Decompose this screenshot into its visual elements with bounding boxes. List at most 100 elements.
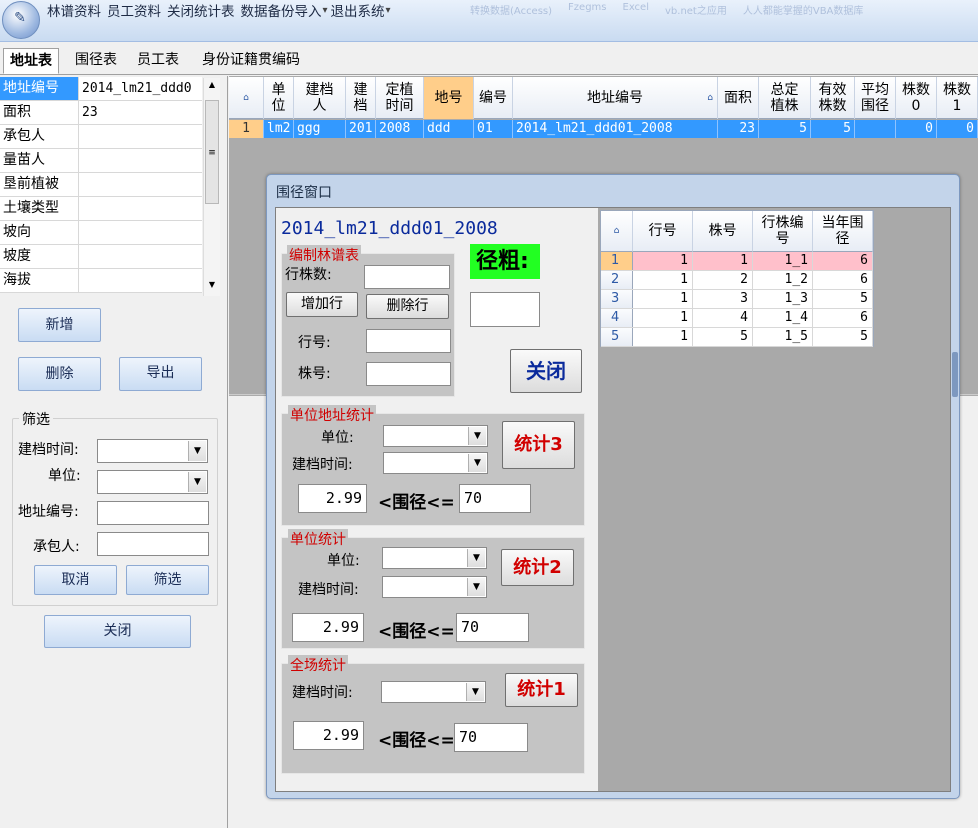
property-row[interactable]: 坡度 [0,245,202,269]
table-cell[interactable]: 1_5 [753,328,813,346]
filter-address-input[interactable] [97,501,209,525]
table-row[interactable]: 2 1 2 1_2 6 [601,271,873,290]
table-cell[interactable]: 1_4 [753,309,813,327]
col-row-plant-code[interactable]: 行株编 号 [753,211,813,252]
row-header[interactable]: 2 [601,271,633,289]
property-value[interactable] [79,149,202,172]
table-cell[interactable]: 3 [693,290,753,308]
filter-contractor-input[interactable] [97,532,209,556]
a-max-input[interactable]: 70 [454,723,528,752]
filter-apply-button[interactable]: 筛选 [126,565,209,595]
table-cell[interactable]: 6 [813,271,873,289]
property-value[interactable] [79,221,202,244]
chevron-down-icon[interactable]: ▼ [468,454,486,472]
property-value[interactable] [79,197,202,220]
menu-exit[interactable]: 退出系统 [328,0,388,20]
u-min-input[interactable]: 2.99 [292,613,364,642]
cell-number[interactable]: 01 [474,120,513,138]
add-button[interactable]: 新增 [18,308,101,342]
chevron-down-icon[interactable]: ▼ [466,683,484,701]
table-row[interactable]: 3 1 3 1_3 5 [601,290,873,309]
ua-time-select[interactable]: ▼ [383,452,488,474]
chevron-down-icon[interactable]: ▼ [467,549,485,567]
row-count-input[interactable] [364,265,450,289]
cell-address-code[interactable]: 2014_lm21_ddd01_2008 [513,120,718,138]
dialog-close-button[interactable]: 关闭 [510,349,582,393]
table-row[interactable]: 5 1 5 1_5 5 [601,328,873,347]
quick-access-dropdown-icon[interactable]: ▾ [386,5,391,16]
cell-creator[interactable]: ggg [294,120,346,138]
diameter-input[interactable] [470,292,540,327]
table-row[interactable]: 1 lm2 ggg 201 2008 ddd 01 2014_lm21_ddd0… [229,120,978,138]
menu-close-stats[interactable]: 关闭统计表 [164,0,238,20]
cell-area[interactable]: 23 [718,120,759,138]
col-area[interactable]: 面积 [718,77,759,119]
add-row-button[interactable]: 增加行 [286,292,358,317]
scroll-up-icon[interactable]: ▲ [206,80,218,89]
a-time-select[interactable]: ▼ [381,681,486,703]
property-row[interactable]: 土壤类型 [0,197,202,221]
row-header[interactable]: 4 [601,309,633,327]
chevron-down-icon[interactable]: ▼ [188,472,206,492]
table-cell[interactable]: 2 [693,271,753,289]
col-number[interactable]: 编号 [474,77,513,119]
u-max-input[interactable]: 70 [456,613,529,642]
property-row[interactable]: 面积 23 [0,101,202,125]
col-creator[interactable]: 建档 人 [294,77,346,119]
tab-address[interactable]: 地址表 [3,48,59,74]
table-cell[interactable]: 1 [693,252,753,270]
cell-valid-plants[interactable]: 5 [811,120,855,138]
export-button[interactable]: 导出 [119,357,202,391]
row-header[interactable]: 3 [601,290,633,308]
table-cell[interactable]: 1 [633,271,693,289]
menu-backup-import[interactable]: 数据备份导入 [238,0,325,20]
ua-min-input[interactable]: 2.99 [298,484,367,513]
row-header[interactable]: 5 [601,328,633,346]
ua-unit-select[interactable]: ▼ [383,425,488,447]
cell-plant-time[interactable]: 2008 [376,120,424,138]
property-row[interactable]: 垦前植被 [0,173,202,197]
col-row-no[interactable]: 行号 [633,211,693,252]
col-plant-time[interactable]: 定植 时间 [376,77,424,119]
property-value[interactable] [79,125,202,148]
grid-select-all-icon[interactable]: ⌂ [601,211,633,252]
scroll-thumb[interactable]: ≡ [205,100,219,204]
property-value[interactable]: 2014_lm21_ddd0 [79,77,202,100]
scroll-down-icon[interactable]: ▼ [206,280,218,289]
plant-number-input[interactable] [366,362,451,386]
chevron-down-icon[interactable]: ▼ [467,578,485,596]
delete-button[interactable]: 删除 [18,357,101,391]
filter-unit-select[interactable]: ▼ [97,470,208,494]
table-row[interactable]: 1 1 1 1_1 6 [601,252,873,271]
row-number-input[interactable] [366,329,451,353]
property-row[interactable]: 量苗人 [0,149,202,173]
table-cell[interactable]: 5 [813,290,873,308]
select-all-icon[interactable]: ⌂ [229,77,264,119]
menu-forest-data[interactable]: 林谱资料 [44,0,104,20]
left-close-button[interactable]: 关闭 [44,615,191,648]
col-valid-plants[interactable]: 有效 株数 [811,77,855,119]
tab-id-origin[interactable]: 身份证籍贯编码 [196,48,306,74]
col-unit[interactable]: 单 位 [264,77,294,119]
row-header[interactable]: 1 [601,252,633,270]
filter-build-time-select[interactable]: ▼ [97,439,208,463]
col-plant-no[interactable]: 株号 [693,211,753,252]
filter-cancel-button[interactable]: 取消 [34,565,117,595]
col-avg-diameter[interactable]: 平均 围径 [855,77,896,119]
stat3-button[interactable]: 统计3 [502,421,575,469]
property-row[interactable]: 承包人 [0,125,202,149]
col-lot[interactable]: 地号 [424,77,474,119]
property-value[interactable] [79,245,202,268]
property-row[interactable]: 海拔 [0,269,202,293]
table-cell[interactable]: 5 [693,328,753,346]
col-created[interactable]: 建 档 [346,77,376,119]
table-cell[interactable]: 6 [813,309,873,327]
col-address-code[interactable]: 地址编号 ⌂ [513,77,718,119]
table-cell[interactable]: 6 [813,252,873,270]
property-scrollbar[interactable]: ▲ ≡ ▼ [203,78,220,296]
property-value[interactable] [79,173,202,196]
delete-row-button[interactable]: 删除行 [366,294,449,319]
ua-max-input[interactable]: 70 [459,484,531,513]
chevron-down-icon[interactable]: ▼ [188,441,206,461]
cell-lot[interactable]: ddd [424,120,474,138]
